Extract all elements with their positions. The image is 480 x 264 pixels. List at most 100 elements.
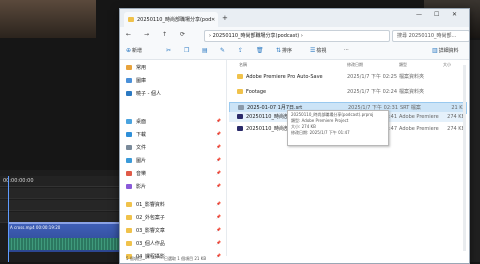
video-icon	[126, 184, 132, 189]
vertical-scrollbar[interactable]	[463, 65, 466, 251]
timeline-track[interactable]	[0, 200, 120, 211]
tab-title: 20250110_時尚部職場分享(pod	[137, 17, 211, 23]
folder-icon	[126, 215, 132, 220]
sidebar-item[interactable]: 圖庫	[126, 77, 146, 84]
sidebar-item-label: 桌面	[136, 119, 147, 125]
copy-icon[interactable]: ❐	[184, 47, 190, 54]
sidebar-item-label: 影片	[136, 184, 147, 190]
timeline-track[interactable]	[0, 188, 120, 199]
sidebar-item[interactable]: 常用	[126, 64, 146, 71]
folder-icon	[126, 202, 132, 207]
file-type-icon	[237, 74, 243, 79]
sidebar-item[interactable]: 音樂	[126, 170, 146, 177]
folder-icon	[126, 241, 132, 246]
new-label: 新增	[132, 48, 143, 54]
sidebar-item[interactable]: 03_個人作品	[126, 240, 165, 247]
pin-icon[interactable]: 📌	[216, 144, 221, 149]
file-type: SRT 檔案	[400, 105, 421, 111]
sidebar-item-label: 03_個人作品	[136, 241, 165, 247]
details-icon: ▥	[432, 47, 438, 54]
column-header-name[interactable]: 名稱	[239, 62, 247, 68]
search-input[interactable]: 搜尋 20250110_時尚部...	[392, 30, 469, 42]
pin-icon[interactable]: 📌	[216, 227, 221, 232]
sidebar-item[interactable]: 02_外包案子	[126, 214, 165, 221]
sidebar-item[interactable]: 文件	[126, 144, 146, 151]
column-header-type[interactable]: 類型	[399, 62, 407, 68]
folder-icon	[128, 17, 134, 22]
sidebar-item[interactable]: 曉子 - 個人	[126, 90, 161, 97]
command-bar: ⊕新增 ✂ ❐ ▤ ✎ ⇪ 🗑 ⇅排序 ☰檢視 ··· ▥詳細資料	[120, 43, 469, 60]
forward-arrow-icon[interactable]: →	[144, 31, 149, 38]
sidebar-item-label: 音樂	[136, 171, 147, 177]
back-arrow-icon[interactable]: ←	[126, 31, 131, 38]
sidebar-item-label: 文件	[136, 145, 147, 151]
file-type: Adobe Premiere	[399, 126, 439, 132]
document-icon	[126, 145, 132, 150]
more-options-button[interactable]: ···	[344, 47, 349, 53]
view-icon: ☰	[310, 47, 316, 54]
sort-button[interactable]: ⇅排序	[276, 47, 292, 54]
delete-icon[interactable]: 🗑	[256, 47, 265, 54]
sidebar-item-label: 常用	[136, 65, 147, 71]
sidebar-item[interactable]: 桌面	[126, 118, 146, 125]
sidebar-item[interactable]: 圖片	[126, 157, 146, 164]
sidebar-item[interactable]: 03_影響文章	[126, 227, 165, 234]
file-row[interactable]: Footage 2025/1/7 下午 02:24 檔案資料夾	[229, 87, 465, 97]
tooltip-date: 修改日期: 2025/1/7 下午 01:47	[291, 130, 350, 135]
file-date: 2025/1/7 下午 02:24	[347, 89, 398, 95]
download-icon	[126, 132, 132, 137]
share-icon[interactable]: ⇪	[238, 47, 244, 54]
view-label: 檢視	[316, 48, 327, 54]
file-type: 檔案資料夾	[399, 89, 425, 95]
cut-icon[interactable]: ✂	[166, 47, 172, 54]
sidebar-item-label: 下載	[136, 132, 147, 138]
sort-icon: ⇅	[276, 47, 282, 54]
sidebar-item-label: 圖庫	[136, 78, 147, 84]
pin-icon[interactable]: 📌	[216, 118, 221, 123]
file-name: Footage	[246, 89, 267, 95]
sidebar-item-label: 曉子 - 個人	[136, 91, 161, 97]
address-bar[interactable]: › 20250110_時尚部職場分享(podcast) ›	[204, 30, 390, 42]
view-button[interactable]: ☰檢視	[310, 47, 326, 54]
file-row[interactable]: Adobe Premiere Pro Auto-Save 2025/1/7 下午 …	[229, 72, 465, 82]
details-button[interactable]: ▥詳細資料	[432, 47, 459, 54]
maximize-button[interactable]: ☐	[434, 11, 439, 18]
up-arrow-icon[interactable]: ↑	[162, 31, 167, 38]
pin-icon[interactable]: 📌	[216, 183, 221, 188]
new-button[interactable]: ⊕新增	[126, 47, 142, 54]
file-name: Adobe Premiere Pro Auto-Save	[246, 74, 323, 80]
pin-icon[interactable]: 📌	[216, 131, 221, 136]
gallery-icon	[126, 78, 132, 83]
navigation-pane: 常用圖庫曉子 - 個人 桌面 📌 下載 📌 文件 📌 圖片 📌 音樂 📌 影片 📌 01_影響資料 📌 02_…	[120, 60, 227, 260]
onedrive-icon	[126, 91, 132, 96]
column-header-date[interactable]: 修改日期	[347, 62, 363, 68]
rename-icon[interactable]: ✎	[220, 47, 226, 54]
pin-icon[interactable]: 📌	[216, 157, 221, 162]
minimize-button[interactable]: —	[416, 11, 422, 18]
sidebar-item[interactable]: 01_影響資料	[126, 201, 165, 208]
desktop-icon	[126, 119, 132, 124]
sidebar-item[interactable]: 下載	[126, 131, 146, 138]
refresh-icon[interactable]: ⟳	[180, 31, 185, 38]
audio-waveform[interactable]	[8, 238, 120, 250]
pictures-icon	[126, 158, 132, 163]
file-type-icon	[238, 105, 244, 110]
pin-icon[interactable]: 📌	[216, 170, 221, 175]
sidebar-item-label: 01_影響資料	[136, 202, 165, 208]
pin-icon[interactable]: 📌	[216, 201, 221, 206]
playhead[interactable]	[8, 176, 9, 262]
file-type-icon	[237, 114, 243, 119]
pin-icon[interactable]: 📌	[216, 214, 221, 219]
details-label: 詳細資料	[438, 48, 459, 54]
file-type: 檔案資料夾	[399, 74, 425, 80]
column-header-size[interactable]: 大小	[443, 62, 451, 68]
sidebar-item-label: 圖片	[136, 158, 147, 164]
sidebar-item-label: 03_影響文章	[136, 228, 165, 234]
sidebar-item[interactable]: 影片	[126, 183, 146, 190]
close-tab-icon[interactable]: ✕	[211, 17, 215, 23]
new-tab-button[interactable]: +	[222, 14, 228, 22]
explorer-tab[interactable]: 20250110_時尚部職場分享(pod ✕	[124, 12, 218, 27]
close-window-button[interactable]: ✕	[452, 11, 457, 18]
paste-icon[interactable]: ▤	[202, 47, 209, 54]
pin-icon[interactable]: 📌	[216, 240, 221, 245]
